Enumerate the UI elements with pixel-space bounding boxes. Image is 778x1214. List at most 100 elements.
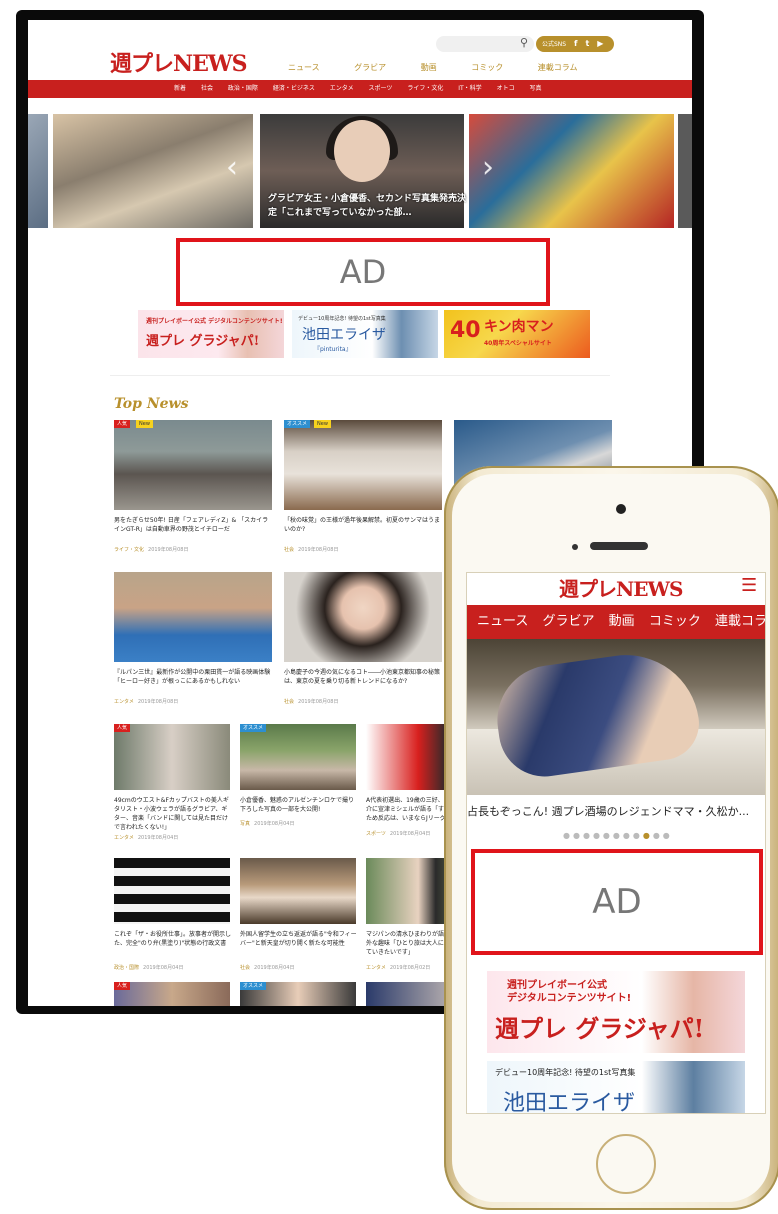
news-category[interactable]: 政治・国際	[114, 965, 139, 971]
slide-caption[interactable]: グラビア女王・小倉優香、セカンド写真集発売決定「これまで写っていなかった部…	[268, 192, 468, 220]
news-category[interactable]: 社会	[284, 699, 294, 705]
mobile-nav-column[interactable]: 連載コラム	[715, 605, 765, 639]
category-item[interactable]: 政治・国際	[228, 80, 258, 98]
category-item[interactable]: スポーツ	[369, 80, 393, 98]
nav-gravure[interactable]: グラビア	[354, 62, 386, 73]
news-title[interactable]: 小倉優香、魅惑のアルゼンチンロケで撮り下ろした写真の一部を大公開!	[240, 796, 358, 814]
news-category[interactable]: 社会	[284, 547, 294, 553]
category-item[interactable]: IT・科学	[458, 80, 481, 98]
mobile-hero-image[interactable]	[467, 639, 765, 795]
site-logo[interactable]: 週プレNEWS	[110, 46, 247, 78]
youtube-icon[interactable]: ▶	[597, 39, 603, 48]
mobile-nav-gravure[interactable]: グラビア	[543, 605, 595, 639]
news-date: 2019年08月08日	[298, 699, 339, 705]
mobile-nav-comic[interactable]: コミック	[649, 605, 701, 639]
slide-image[interactable]	[28, 114, 48, 228]
mobile-nav: ニュース グラビア 動画 コミック 連載コラム	[467, 605, 765, 639]
mobile-ad-slot[interactable]: AD	[471, 849, 763, 955]
news-meta: 社会 2019年08月08日	[284, 698, 338, 705]
news-category[interactable]: スポーツ	[366, 831, 386, 837]
news-meta: 社会 2019年08月04日	[240, 964, 294, 971]
nav-column[interactable]: 連載コラム	[538, 62, 578, 73]
search-icon[interactable]: ⚲	[520, 36, 528, 49]
news-thumbnail[interactable]	[114, 982, 230, 1006]
banner-sub: 40周年スペシャルサイト	[484, 340, 552, 347]
slide-image[interactable]	[53, 114, 253, 228]
nav-news[interactable]: ニュース	[288, 62, 320, 73]
twitter-icon[interactable]: t	[585, 39, 589, 48]
news-category[interactable]: エンタメ	[114, 835, 134, 841]
mobile-nav-news[interactable]: ニュース	[477, 605, 528, 639]
news-thumbnail[interactable]	[114, 858, 230, 924]
category-item[interactable]: 社会	[201, 80, 213, 98]
badge-new: New	[314, 420, 331, 428]
news-thumbnail[interactable]	[114, 572, 272, 662]
badge-popular: 人気	[114, 982, 131, 990]
slider-pagination[interactable]: ●●●●●●●●●●●	[563, 831, 673, 840]
category-bar: 新着 社会 政治・国際 経済・ビジネス エンタメ スポーツ ライフ・文化 IT・…	[28, 80, 692, 98]
news-thumbnail[interactable]	[284, 572, 442, 662]
category-item[interactable]: エンタメ	[330, 80, 354, 98]
badge-recommended: オススメ	[284, 420, 311, 428]
news-category[interactable]: 社会	[240, 965, 250, 971]
news-meta: エンタメ 2019年08月02日	[366, 964, 430, 971]
banner-number: 40	[450, 318, 481, 343]
nav-comic[interactable]: コミック	[471, 62, 503, 73]
news-meta: 社会 2019年08月08日	[284, 546, 338, 553]
mobile-nav-video[interactable]: 動画	[609, 605, 635, 639]
banner-kinnikuman[interactable]: 40 キン肉マン 40周年スペシャルサイト	[444, 310, 590, 358]
mobile-header: 週プレNEWS ☰	[467, 573, 765, 603]
banner-logo: 池田エライザ	[503, 1091, 636, 1114]
news-date: 2019年08月02日	[389, 965, 431, 971]
news-thumbnail[interactable]	[114, 724, 230, 790]
news-title[interactable]: 小島慶子の今週の気になるコト――小池東京都知事の秘策は、東京の夏を乗り切る新トレ…	[284, 668, 442, 686]
mobile-hero-caption[interactable]: 占長もぞっこん! 週プレ酒場のレジェンドママ・久松か...	[467, 803, 765, 819]
sns-pill: 公式SNS f t ▶	[536, 36, 614, 52]
category-item[interactable]: ライフ・文化	[407, 80, 443, 98]
category-item[interactable]: オトコ	[497, 80, 515, 98]
news-title[interactable]: 『ルパン三世』最新作が公開中の栗田貫一が語る映画体験「ヒーロー好き」が根っこにあ…	[114, 668, 272, 686]
search-input[interactable]: ⚲	[436, 36, 534, 52]
news-thumbnail[interactable]	[284, 420, 442, 510]
news-title[interactable]: 男をたぎらせ50年! 日産「フェアレディZ」& 「スカイラインGT-R」は自動車…	[114, 516, 272, 534]
banner-sub: 『pinturita』	[314, 346, 352, 353]
news-title[interactable]: 「秋の味覚」の王様が過年後果解禁。初夏のサンマはうまいのか?	[284, 516, 442, 534]
desktop-ad-slot[interactable]: AD	[176, 238, 550, 306]
news-date: 2019年08月04日	[143, 965, 184, 971]
news-category[interactable]: エンタメ	[366, 965, 386, 971]
news-category[interactable]: ライフ・文化	[114, 547, 144, 553]
chevron-right-icon[interactable]: ›	[482, 150, 494, 185]
category-item[interactable]: 経済・ビジネス	[273, 80, 315, 98]
mobile-site-logo[interactable]: 週プレNEWS	[559, 573, 683, 602]
news-meta: エンタメ 2019年08月04日	[114, 834, 178, 841]
news-title[interactable]: これぞ「ザ・お役所仕事」。放事者が開示した、完全"のり弁(黒塗り)"状態の行政文…	[114, 930, 232, 948]
mobile-banner-ikeda-eliza[interactable]: デビュー10周年記念! 待望の1st写真集 池田エライザ	[487, 1061, 745, 1114]
mobile-banner-gravure-japan[interactable]: 週刊プレイボーイ公式 デジタルコンテンツサイト! 週プレ グラジャパ!	[487, 971, 745, 1053]
news-title[interactable]: 49cmのウエスト&Fカップバストの美人ギタリスト・小波ウェラが語るグラビア、ギ…	[114, 796, 232, 832]
nav-video[interactable]: 動画	[421, 62, 437, 73]
category-item[interactable]: 写真	[530, 80, 542, 98]
slide-image[interactable]	[469, 114, 674, 228]
news-category[interactable]: エンタメ	[114, 699, 134, 705]
sensor-dot	[572, 544, 578, 550]
badge-popular: 人気	[114, 420, 131, 428]
banner-logo: 週プレ グラジャパ!	[146, 334, 260, 349]
banner-logo: 週プレ グラジャパ!	[495, 1014, 705, 1043]
news-meta: 政治・国際 2019年08月04日	[114, 964, 183, 971]
slide-image[interactable]	[678, 114, 692, 228]
news-category[interactable]: 写真	[240, 821, 250, 827]
news-thumbnail[interactable]	[240, 724, 356, 790]
facebook-icon[interactable]: f	[574, 39, 577, 48]
banner-text: デビュー10周年記念! 待望の1st写真集	[495, 1068, 636, 1077]
banner-ikeda-eliza[interactable]: デビュー10周年記念! 待望の1st写真集 池田エライザ 『pinturita』	[292, 310, 438, 358]
badge-popular: 人気	[114, 724, 131, 732]
category-item[interactable]: 新着	[174, 80, 186, 98]
banner-gravure-japan[interactable]: 週刊プレイボーイ公式 デジタルコンテンツサイト! 週プレ グラジャパ!	[138, 310, 284, 358]
news-thumbnail[interactable]	[240, 858, 356, 924]
chevron-left-icon[interactable]: ‹	[226, 150, 238, 185]
mobile-screen: 週プレNEWS ☰ ニュース グラビア 動画 コミック 連載コラム 占長もぞっこ…	[466, 572, 766, 1114]
home-button[interactable]	[596, 1134, 656, 1194]
hamburger-menu-icon[interactable]: ☰	[741, 575, 757, 596]
news-title[interactable]: 外国人留学生の立ち返返が語る"令和フィーバー"と新天皇が切り開く新たな可能性	[240, 930, 358, 948]
news-thumbnail[interactable]	[114, 420, 272, 510]
